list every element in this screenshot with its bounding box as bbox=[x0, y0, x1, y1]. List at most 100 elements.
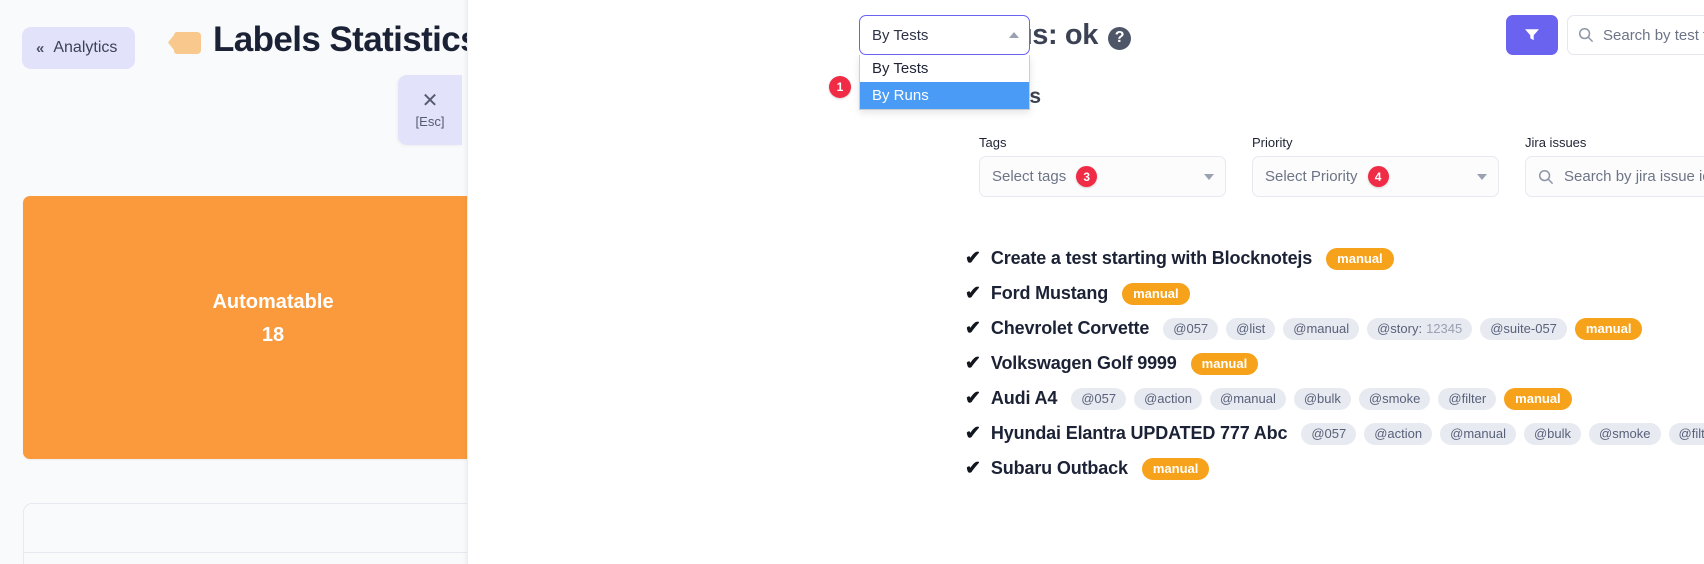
check-icon: ✔ bbox=[965, 423, 981, 444]
test-tag-chips: manual bbox=[1326, 247, 1394, 270]
test-list-item[interactable]: ✔ Chevrolet Corvette @057 @list @manual @stor… bbox=[965, 311, 1704, 346]
test-title: Ford Mustang bbox=[990, 283, 1109, 303]
chevron-down-icon bbox=[1477, 173, 1487, 180]
label-tag-hole bbox=[176, 40, 181, 45]
test-tag-chips: manual bbox=[1141, 457, 1210, 480]
chevron-down-icon bbox=[1204, 173, 1214, 180]
test-list-item[interactable]: ✔ Volkswagen Golf 9999 manual bbox=[965, 346, 1704, 381]
tag-chip[interactable]: @action bbox=[1364, 422, 1433, 445]
tag-chip-key: @story: bbox=[1377, 321, 1423, 336]
tag-chip[interactable]: @filter bbox=[1438, 387, 1497, 410]
tag-chip[interactable]: @list bbox=[1226, 317, 1276, 340]
test-title: Create a test starting with Blocknotejs bbox=[990, 248, 1313, 268]
step-badge-4: 4 bbox=[1367, 166, 1389, 187]
automatable-stat-card[interactable]: Automatable 18 bbox=[23, 196, 508, 459]
test-list-item[interactable]: ✔ Hyundai Elantra UPDATED 777 Abc @057 @act… bbox=[965, 416, 1704, 451]
test-title: Volkswagen Golf 9999 bbox=[990, 353, 1177, 373]
test-list-item[interactable]: ✔ Ford Mustang manual bbox=[965, 276, 1704, 311]
funnel-icon bbox=[1525, 29, 1539, 41]
tag-chip[interactable]: @smoke bbox=[1358, 387, 1431, 410]
step-badge-1: 1 bbox=[829, 76, 851, 98]
close-overlay-button[interactable]: ✕ [Esc] bbox=[398, 75, 462, 145]
label-tag-icon bbox=[168, 31, 201, 54]
close-icon: ✕ bbox=[421, 89, 439, 112]
tag-chip[interactable]: @manual bbox=[1283, 317, 1360, 340]
back-button-label: Analytics bbox=[53, 39, 118, 56]
check-icon: ✔ bbox=[965, 388, 981, 409]
check-icon: ✔ bbox=[965, 283, 981, 304]
check-icon: ✔ bbox=[965, 248, 981, 269]
divider bbox=[24, 552, 508, 553]
check-icon: ✔ bbox=[965, 318, 981, 339]
tag-chip[interactable]: @suite-057 bbox=[1480, 317, 1567, 340]
tag-chip[interactable]: @bulk bbox=[1523, 422, 1582, 445]
tags-placeholder: Select tags bbox=[992, 168, 1067, 185]
tags-label: Tags bbox=[979, 135, 1007, 150]
group-by-option-1[interactable]: By Runs bbox=[860, 82, 1029, 109]
filter-field-tags: Tags Select tags 3 bbox=[979, 135, 1226, 197]
filter-toggle-button[interactable] bbox=[1506, 15, 1558, 55]
chevron-double-left-icon: « bbox=[36, 39, 45, 57]
automatable-stat-value: 18 bbox=[261, 324, 285, 346]
test-title: Audi A4 bbox=[990, 388, 1058, 408]
group-by-option-list: By Tests By Runs bbox=[859, 55, 1030, 110]
tag-chip[interactable]: @action bbox=[1134, 387, 1202, 410]
tag-chip[interactable]: @story: 12345 bbox=[1367, 317, 1473, 340]
test-list-item[interactable]: ✔ Subaru Outback manual bbox=[965, 451, 1704, 486]
group-by-option-0[interactable]: By Tests bbox=[860, 55, 1029, 82]
priority-placeholder: Select Priority bbox=[1265, 168, 1358, 185]
group-by-selected-value: By Tests bbox=[872, 26, 929, 44]
test-tag-chips: manual bbox=[1122, 282, 1190, 305]
automatable-stat-label: Automatable bbox=[212, 291, 334, 313]
tag-chip[interactable]: @057 bbox=[1071, 387, 1127, 410]
tags-select[interactable]: Select tags 3 bbox=[979, 156, 1226, 197]
tag-chip-value: 12345 bbox=[1426, 321, 1463, 336]
test-tag-chips: @057 @action @manual @bulk @smoke @filter manu… bbox=[1071, 387, 1572, 410]
search-icon bbox=[1578, 27, 1594, 43]
group-by-select: By Tests By Tests By Runs bbox=[859, 15, 1030, 110]
chevron-up-icon bbox=[1009, 32, 1019, 38]
manual-badge: manual bbox=[1504, 387, 1572, 410]
jira-search-input[interactable]: Search by jira issue id 5 bbox=[1525, 156, 1704, 197]
search-test-title-input[interactable]: Search by test title 2 bbox=[1567, 15, 1704, 55]
filter-field-jira: Jira issues Search by jira issue id 5 bbox=[1525, 135, 1704, 197]
manual-badge: manual bbox=[1326, 247, 1394, 270]
tag-chip[interactable]: @057 bbox=[1163, 317, 1219, 340]
page-title: Labels Statistics bbox=[168, 20, 480, 60]
question-mark-icon[interactable]: ? bbox=[1107, 26, 1131, 50]
tag-chip[interactable]: @smoke bbox=[1589, 422, 1661, 445]
test-title: Chevrolet Corvette bbox=[990, 318, 1150, 338]
test-list-item[interactable]: ✔ Create a test starting with Blocknotejs… bbox=[965, 241, 1704, 276]
filter-field-priority: Priority Select Priority 4 bbox=[1252, 135, 1499, 197]
tag-chip[interactable]: @manual bbox=[1210, 387, 1286, 410]
step-badge-3: 3 bbox=[1076, 166, 1098, 187]
automatable-stat-content: Automatable 18 bbox=[23, 286, 508, 352]
priority-select[interactable]: Select Priority 4 bbox=[1252, 156, 1499, 197]
tag-chip[interactable]: @manual bbox=[1440, 422, 1516, 445]
test-title: Hyundai Elantra UPDATED 777 Abc bbox=[990, 423, 1288, 443]
tag-chip[interactable]: @bulk bbox=[1293, 387, 1351, 410]
screen: « Analytics Labels Statistics Automatabl… bbox=[0, 0, 1704, 564]
check-icon: ✔ bbox=[965, 458, 981, 479]
test-tag-chips: manual bbox=[1190, 352, 1259, 375]
test-tag-chips: @057 @list @manual @story: 12345 @suite-057 ma… bbox=[1163, 317, 1643, 340]
group-by-select-trigger[interactable]: By Tests bbox=[859, 15, 1030, 55]
labels-table-card: La bbox=[23, 503, 508, 564]
manual-badge: manual bbox=[1574, 317, 1643, 340]
tag-chip[interactable]: @filter bbox=[1668, 422, 1704, 445]
test-list-item[interactable]: ✔ Audi A4 @057 @action @manual @bulk @smoke @fi… bbox=[965, 381, 1704, 416]
close-hint: [Esc] bbox=[415, 113, 445, 129]
check-icon: ✔ bbox=[965, 353, 981, 374]
back-to-analytics-button[interactable]: « Analytics bbox=[22, 27, 136, 69]
manual-badge: manual bbox=[1141, 457, 1210, 480]
test-title: Subaru Outback bbox=[990, 458, 1128, 478]
jira-placeholder: Search by jira issue id bbox=[1564, 168, 1704, 185]
search-test-title-placeholder: Search by test title bbox=[1603, 26, 1704, 44]
tag-chip[interactable]: @057 bbox=[1301, 422, 1357, 445]
manual-badge: manual bbox=[1190, 352, 1259, 375]
test-tag-chips: @057@action@manual@bulk@smoke@filtermanu… bbox=[1301, 422, 1704, 445]
jira-label: Jira issues bbox=[1525, 135, 1587, 150]
test-list: ✔ Create a test starting with Blocknotejs… bbox=[965, 241, 1704, 486]
manual-badge: manual bbox=[1122, 282, 1190, 305]
priority-label: Priority bbox=[1252, 135, 1293, 150]
